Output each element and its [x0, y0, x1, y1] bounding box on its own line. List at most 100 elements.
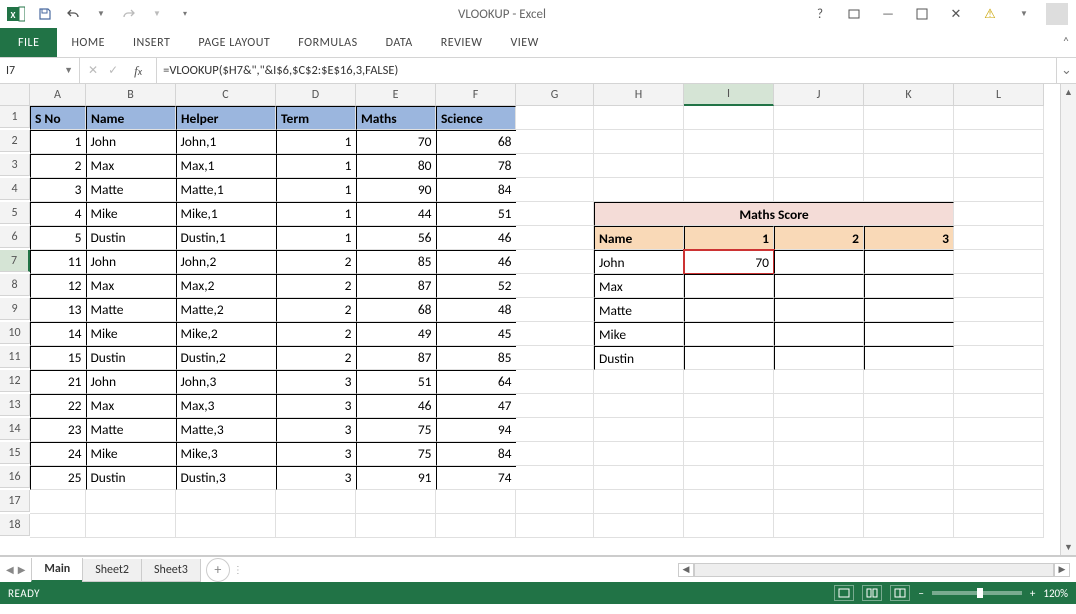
hscroll-right-icon[interactable]: ▶	[1054, 563, 1070, 577]
cell-B12[interactable]: John	[86, 370, 177, 394]
cell-D15[interactable]: 3	[276, 442, 357, 466]
page-break-view-icon[interactable]	[890, 585, 910, 601]
cell-C11[interactable]: Dustin,2	[176, 346, 277, 370]
save-icon[interactable]	[34, 3, 56, 25]
cell-L17[interactable]	[954, 490, 1044, 514]
row-header-11[interactable]: 11	[0, 346, 30, 368]
cell-B18[interactable]	[86, 514, 176, 538]
cell-D5[interactable]: 1	[276, 202, 357, 226]
cell-J8[interactable]	[774, 274, 864, 298]
cell-I18[interactable]	[684, 514, 774, 538]
row-header-6[interactable]: 6	[0, 226, 30, 248]
cell-H11[interactable]: Dustin	[594, 346, 684, 370]
cell-A11[interactable]: 15	[30, 346, 87, 370]
cell-F5[interactable]: 51	[436, 202, 517, 226]
row-header-4[interactable]: 4	[0, 178, 30, 200]
col-header-B[interactable]: B	[86, 84, 176, 106]
cell-F16[interactable]: 74	[436, 466, 517, 490]
cell-E1[interactable]: Maths	[356, 106, 436, 130]
cell-G4[interactable]	[516, 178, 594, 202]
row-header-2[interactable]: 2	[0, 130, 30, 152]
cell-I1[interactable]	[684, 106, 774, 130]
cell-A7[interactable]: 11	[30, 250, 87, 274]
cell-K2[interactable]	[864, 130, 954, 154]
cell-G12[interactable]	[516, 370, 594, 394]
sheet-nav-prev-icon[interactable]: ◀	[6, 563, 14, 576]
cell-K8[interactable]	[864, 274, 954, 298]
cell-H9[interactable]: Matte	[594, 298, 684, 322]
zoom-in-button[interactable]: +	[1030, 587, 1035, 600]
cell-B15[interactable]: Mike	[86, 442, 177, 466]
undo-icon[interactable]	[62, 3, 84, 25]
cell-A8[interactable]: 12	[30, 274, 87, 298]
cell-L12[interactable]	[954, 370, 1044, 394]
cell-I6[interactable]: 1	[684, 226, 774, 250]
cell-D4[interactable]: 1	[276, 178, 357, 202]
row-header-3[interactable]: 3	[0, 154, 30, 176]
cell-F10[interactable]: 45	[436, 322, 517, 346]
cell-F4[interactable]: 84	[436, 178, 517, 202]
cell-G17[interactable]	[516, 490, 594, 514]
tab-review[interactable]: REVIEW	[427, 28, 497, 57]
cell-D13[interactable]: 3	[276, 394, 357, 418]
cell-B13[interactable]: Max	[86, 394, 177, 418]
add-sheet-button[interactable]: +	[206, 558, 230, 582]
cell-B5[interactable]: Mike	[86, 202, 177, 226]
cell-G18[interactable]	[516, 514, 594, 538]
cell-F3[interactable]: 78	[436, 154, 517, 178]
cell-H14[interactable]	[594, 418, 684, 442]
cell-D8[interactable]: 2	[276, 274, 357, 298]
cell-I2[interactable]	[684, 130, 774, 154]
cell-I13[interactable]	[684, 394, 774, 418]
tab-insert[interactable]: INSERT	[119, 28, 184, 57]
cell-D10[interactable]: 2	[276, 322, 357, 346]
cell-A9[interactable]: 13	[30, 298, 87, 322]
cell-F14[interactable]: 94	[436, 418, 517, 442]
cell-F9[interactable]: 48	[436, 298, 517, 322]
row-header-13[interactable]: 13	[0, 394, 30, 416]
cell-F17[interactable]	[436, 490, 516, 514]
col-header-F[interactable]: F	[436, 84, 516, 106]
cell-L18[interactable]	[954, 514, 1044, 538]
warning-icon[interactable]: ⚠	[978, 2, 1002, 26]
cell-K6[interactable]: 3	[864, 226, 954, 250]
cell-K11[interactable]	[864, 346, 954, 370]
sheet-tab-main[interactable]: Main	[31, 558, 83, 582]
cell-A2[interactable]: 1	[30, 130, 87, 154]
zoom-out-button[interactable]: −	[918, 587, 923, 600]
cell-D1[interactable]: Term	[276, 106, 356, 130]
cell-J1[interactable]	[774, 106, 864, 130]
cell-D12[interactable]: 3	[276, 370, 357, 394]
select-all-corner[interactable]	[0, 84, 30, 106]
cell-H1[interactable]	[594, 106, 684, 130]
zoom-level[interactable]: 120%	[1043, 587, 1068, 600]
name-box[interactable]: I7 ▼	[0, 58, 80, 83]
cell-F1[interactable]: Science	[436, 106, 516, 130]
cell-J10[interactable]	[774, 322, 864, 346]
cell-A12[interactable]: 21	[30, 370, 87, 394]
cell-L9[interactable]	[954, 298, 1044, 322]
cell-H10[interactable]: Mike	[594, 322, 684, 346]
cell-L8[interactable]	[954, 274, 1044, 298]
cell-G15[interactable]	[516, 442, 594, 466]
cell-L7[interactable]	[954, 250, 1044, 274]
cell-H18[interactable]	[594, 514, 684, 538]
cell-B1[interactable]: Name	[86, 106, 176, 130]
help-icon[interactable]: ?	[808, 2, 832, 26]
cell-F8[interactable]: 52	[436, 274, 517, 298]
cell-C10[interactable]: Mike,2	[176, 322, 277, 346]
cell-A15[interactable]: 24	[30, 442, 87, 466]
cell-L1[interactable]	[954, 106, 1044, 130]
cell-E8[interactable]: 87	[356, 274, 437, 298]
cell-B17[interactable]	[86, 490, 176, 514]
cell-I16[interactable]	[684, 466, 774, 490]
cell-B9[interactable]: Matte	[86, 298, 177, 322]
cell-L11[interactable]	[954, 346, 1044, 370]
row-header-10[interactable]: 10	[0, 322, 30, 344]
cell-E2[interactable]: 70	[356, 130, 437, 154]
cell-B11[interactable]: Dustin	[86, 346, 177, 370]
cell-B6[interactable]: Dustin	[86, 226, 177, 250]
cell-K3[interactable]	[864, 154, 954, 178]
page-layout-view-icon[interactable]	[862, 585, 882, 601]
cell-D11[interactable]: 2	[276, 346, 357, 370]
